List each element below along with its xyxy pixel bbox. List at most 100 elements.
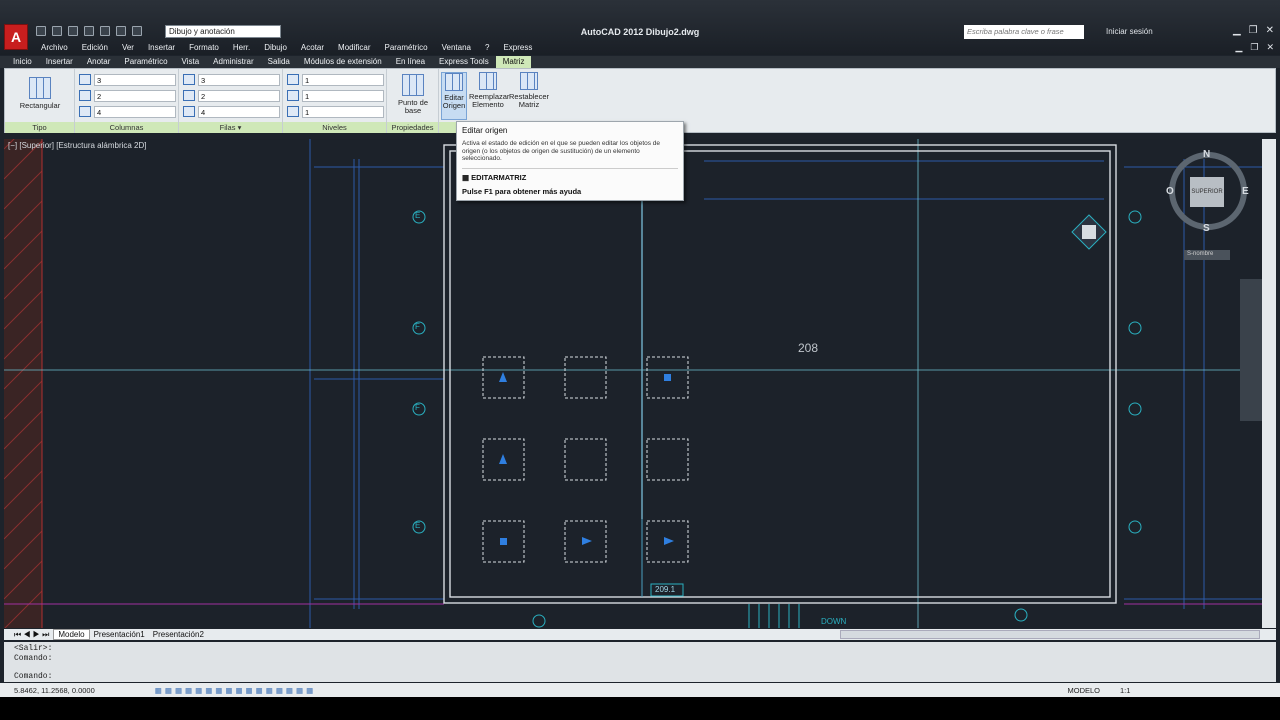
replace-item-button[interactable]: Reemplazar Elemento bbox=[469, 72, 510, 109]
minimize-icon[interactable]: ▁ bbox=[1233, 25, 1241, 36]
columns-count-input[interactable]: 3 bbox=[94, 73, 176, 86]
reset-array-button[interactable]: Restablecer Matriz bbox=[509, 72, 549, 109]
rows-between-input[interactable]: 2 bbox=[198, 89, 280, 102]
dimension-lines bbox=[309, 139, 1262, 628]
panel-niveles: 1 1 1 Niveles bbox=[283, 69, 387, 133]
coordinates-readout[interactable]: 5.8462, 11.2568, 0.0000 bbox=[14, 686, 95, 695]
rows-total-input[interactable]: 4 bbox=[198, 105, 280, 118]
drawing-canvas bbox=[4, 139, 1262, 628]
rows-count-input[interactable]: 3 bbox=[198, 73, 280, 86]
menu-modificar[interactable]: Modificar bbox=[331, 42, 377, 53]
levels-total-input[interactable]: 1 bbox=[302, 105, 384, 118]
tab-inicio[interactable]: Inicio bbox=[6, 56, 39, 68]
room-walls bbox=[443, 144, 1117, 604]
wcs-label[interactable]: S-nombre bbox=[1187, 251, 1213, 257]
tab-presentacion1[interactable]: Presentación1 bbox=[90, 630, 149, 639]
maximize-icon[interactable]: ❐ bbox=[1249, 25, 1258, 36]
command-prompt[interactable]: Comando: bbox=[14, 672, 1266, 682]
command-window[interactable]: <Salir>: Comando: Comando: bbox=[4, 642, 1276, 682]
doc-restore-icon[interactable]: ❐ bbox=[1250, 42, 1258, 53]
model-space-button[interactable]: MODELO bbox=[1067, 686, 1100, 695]
panel-filas: 3 2 4 Filas ▾ bbox=[179, 69, 283, 133]
horizontal-scrollbar[interactable] bbox=[840, 630, 1260, 639]
tab-insertar[interactable]: Insertar bbox=[39, 56, 80, 68]
replace-item-label: Reemplazar Elemento bbox=[469, 92, 510, 109]
menu-herr[interactable]: Herr. bbox=[226, 42, 257, 53]
columns-between-input[interactable]: 2 bbox=[94, 89, 176, 102]
panel-filas-label[interactable]: Filas ▾ bbox=[179, 122, 282, 133]
tab-salida[interactable]: Salida bbox=[261, 56, 297, 68]
tooltip-command: ▦ EDITARMATRIZ bbox=[462, 172, 527, 182]
tab-vista[interactable]: Vista bbox=[175, 56, 207, 68]
rows-icon bbox=[183, 74, 195, 85]
tooltip-title: Editar origen bbox=[462, 126, 508, 135]
panel-propiedades: Punto de base Propiedades bbox=[387, 69, 439, 133]
columns-total-input[interactable]: 4 bbox=[94, 105, 176, 118]
annotation-scale[interactable]: 1:1 bbox=[1120, 686, 1130, 695]
menu-parametrico[interactable]: Paramétrico bbox=[377, 42, 434, 53]
tooltip-description: Activa el estado de edición en el que se… bbox=[462, 140, 678, 169]
edit-source-icon bbox=[445, 73, 463, 91]
doc-close-icon[interactable]: ✕ bbox=[1266, 42, 1274, 53]
menu-formato[interactable]: Formato bbox=[182, 42, 226, 53]
menu-insertar[interactable]: Insertar bbox=[141, 42, 182, 53]
menu-edicion[interactable]: Edición bbox=[75, 42, 115, 53]
grid-label: E bbox=[415, 521, 421, 530]
stair-lines bbox=[748, 604, 800, 628]
navigation-bar[interactable] bbox=[1240, 279, 1262, 421]
row-total-icon bbox=[183, 106, 195, 117]
signin-link[interactable]: Iniciar sesión bbox=[1106, 27, 1153, 36]
menu-ventana[interactable]: Ventana bbox=[435, 42, 478, 53]
command-history-line: <Salir>: bbox=[14, 644, 53, 653]
tab-modulos[interactable]: Módulos de extensión bbox=[297, 56, 389, 68]
tab-matriz[interactable]: Matriz bbox=[495, 56, 532, 68]
rectangular-array-icon bbox=[29, 77, 51, 99]
tab-anotar[interactable]: Anotar bbox=[80, 56, 118, 68]
tab-en-linea[interactable]: En línea bbox=[389, 56, 432, 68]
drafting-toggles-icon[interactable]: ▦▦▦▦▦▦▦▦▦▦▦▦▦▦▦▦ bbox=[155, 686, 316, 695]
compass-east[interactable]: E bbox=[1242, 186, 1249, 197]
replace-item-icon bbox=[479, 72, 497, 90]
viewport-label[interactable]: [−] [Superior] [Estructura alámbrica 2D] bbox=[8, 141, 147, 150]
close-icon[interactable]: ✕ bbox=[1266, 25, 1274, 36]
tab-express-tools[interactable]: Express Tools bbox=[432, 56, 496, 68]
window-title: AutoCAD 2012 Dibujo2.dwg bbox=[580, 27, 700, 37]
doc-minimize-icon[interactable]: ▁ bbox=[1235, 42, 1242, 53]
tab-administrar[interactable]: Administrar bbox=[206, 56, 260, 68]
rectangular-button[interactable]: Rectangular bbox=[15, 77, 65, 110]
drawing-viewport[interactable]: [−] [Superior] [Estructura alámbrica 2D]… bbox=[4, 139, 1262, 628]
vertical-scrollbar[interactable] bbox=[1262, 139, 1276, 628]
levels-icon bbox=[287, 74, 299, 85]
menu-ver[interactable]: Ver bbox=[115, 42, 141, 53]
menu-dibujo[interactable]: Dibujo bbox=[257, 42, 294, 53]
tooltip-help: Pulse F1 para obtener más ayuda bbox=[462, 186, 582, 196]
column-spacing-icon bbox=[79, 90, 91, 101]
base-point-button[interactable]: Punto de base bbox=[389, 74, 437, 115]
status-bar: 5.8462, 11.2568, 0.0000 ▦▦▦▦▦▦▦▦▦▦▦▦▦▦▦▦… bbox=[0, 683, 1280, 697]
compass-south[interactable]: S bbox=[1203, 223, 1210, 234]
menu-ayuda[interactable]: ? bbox=[478, 42, 496, 53]
edit-source-button[interactable]: Editar Origen bbox=[441, 72, 467, 120]
compass-north[interactable]: N bbox=[1203, 149, 1210, 160]
menu-express[interactable]: Express bbox=[496, 42, 539, 53]
panel-niveles-label: Niveles bbox=[283, 122, 386, 133]
viewcube-label[interactable]: SUPERIOR bbox=[1191, 189, 1223, 195]
screen-bottom bbox=[0, 697, 1280, 720]
tab-parametrico[interactable]: Paramétrico bbox=[117, 56, 174, 68]
levels-between-input[interactable]: 1 bbox=[302, 89, 384, 102]
edit-source-tooltip: Editar origen Activa el estado de edició… bbox=[456, 121, 684, 201]
grid-label: E bbox=[415, 211, 421, 220]
search-input[interactable]: Escriba palabra clave o frase bbox=[964, 25, 1084, 39]
array-items bbox=[482, 356, 689, 563]
tab-presentacion2[interactable]: Presentación2 bbox=[149, 630, 208, 639]
tab-nav-icon[interactable]: ⏮ ◀ ▶ ⏭ bbox=[10, 630, 53, 640]
levels-count-input[interactable]: 1 bbox=[302, 73, 384, 86]
menu-archivo[interactable]: Archivo bbox=[34, 42, 75, 53]
compass-west[interactable]: O bbox=[1166, 186, 1174, 197]
panel-tipo: Rectangular Tipo bbox=[5, 69, 75, 133]
base-point-label: Punto de base bbox=[397, 98, 429, 115]
menu-acotar[interactable]: Acotar bbox=[294, 42, 331, 53]
column-total-icon bbox=[79, 106, 91, 117]
rectangular-label: Rectangular bbox=[19, 101, 61, 110]
tab-modelo[interactable]: Modelo bbox=[53, 629, 90, 640]
